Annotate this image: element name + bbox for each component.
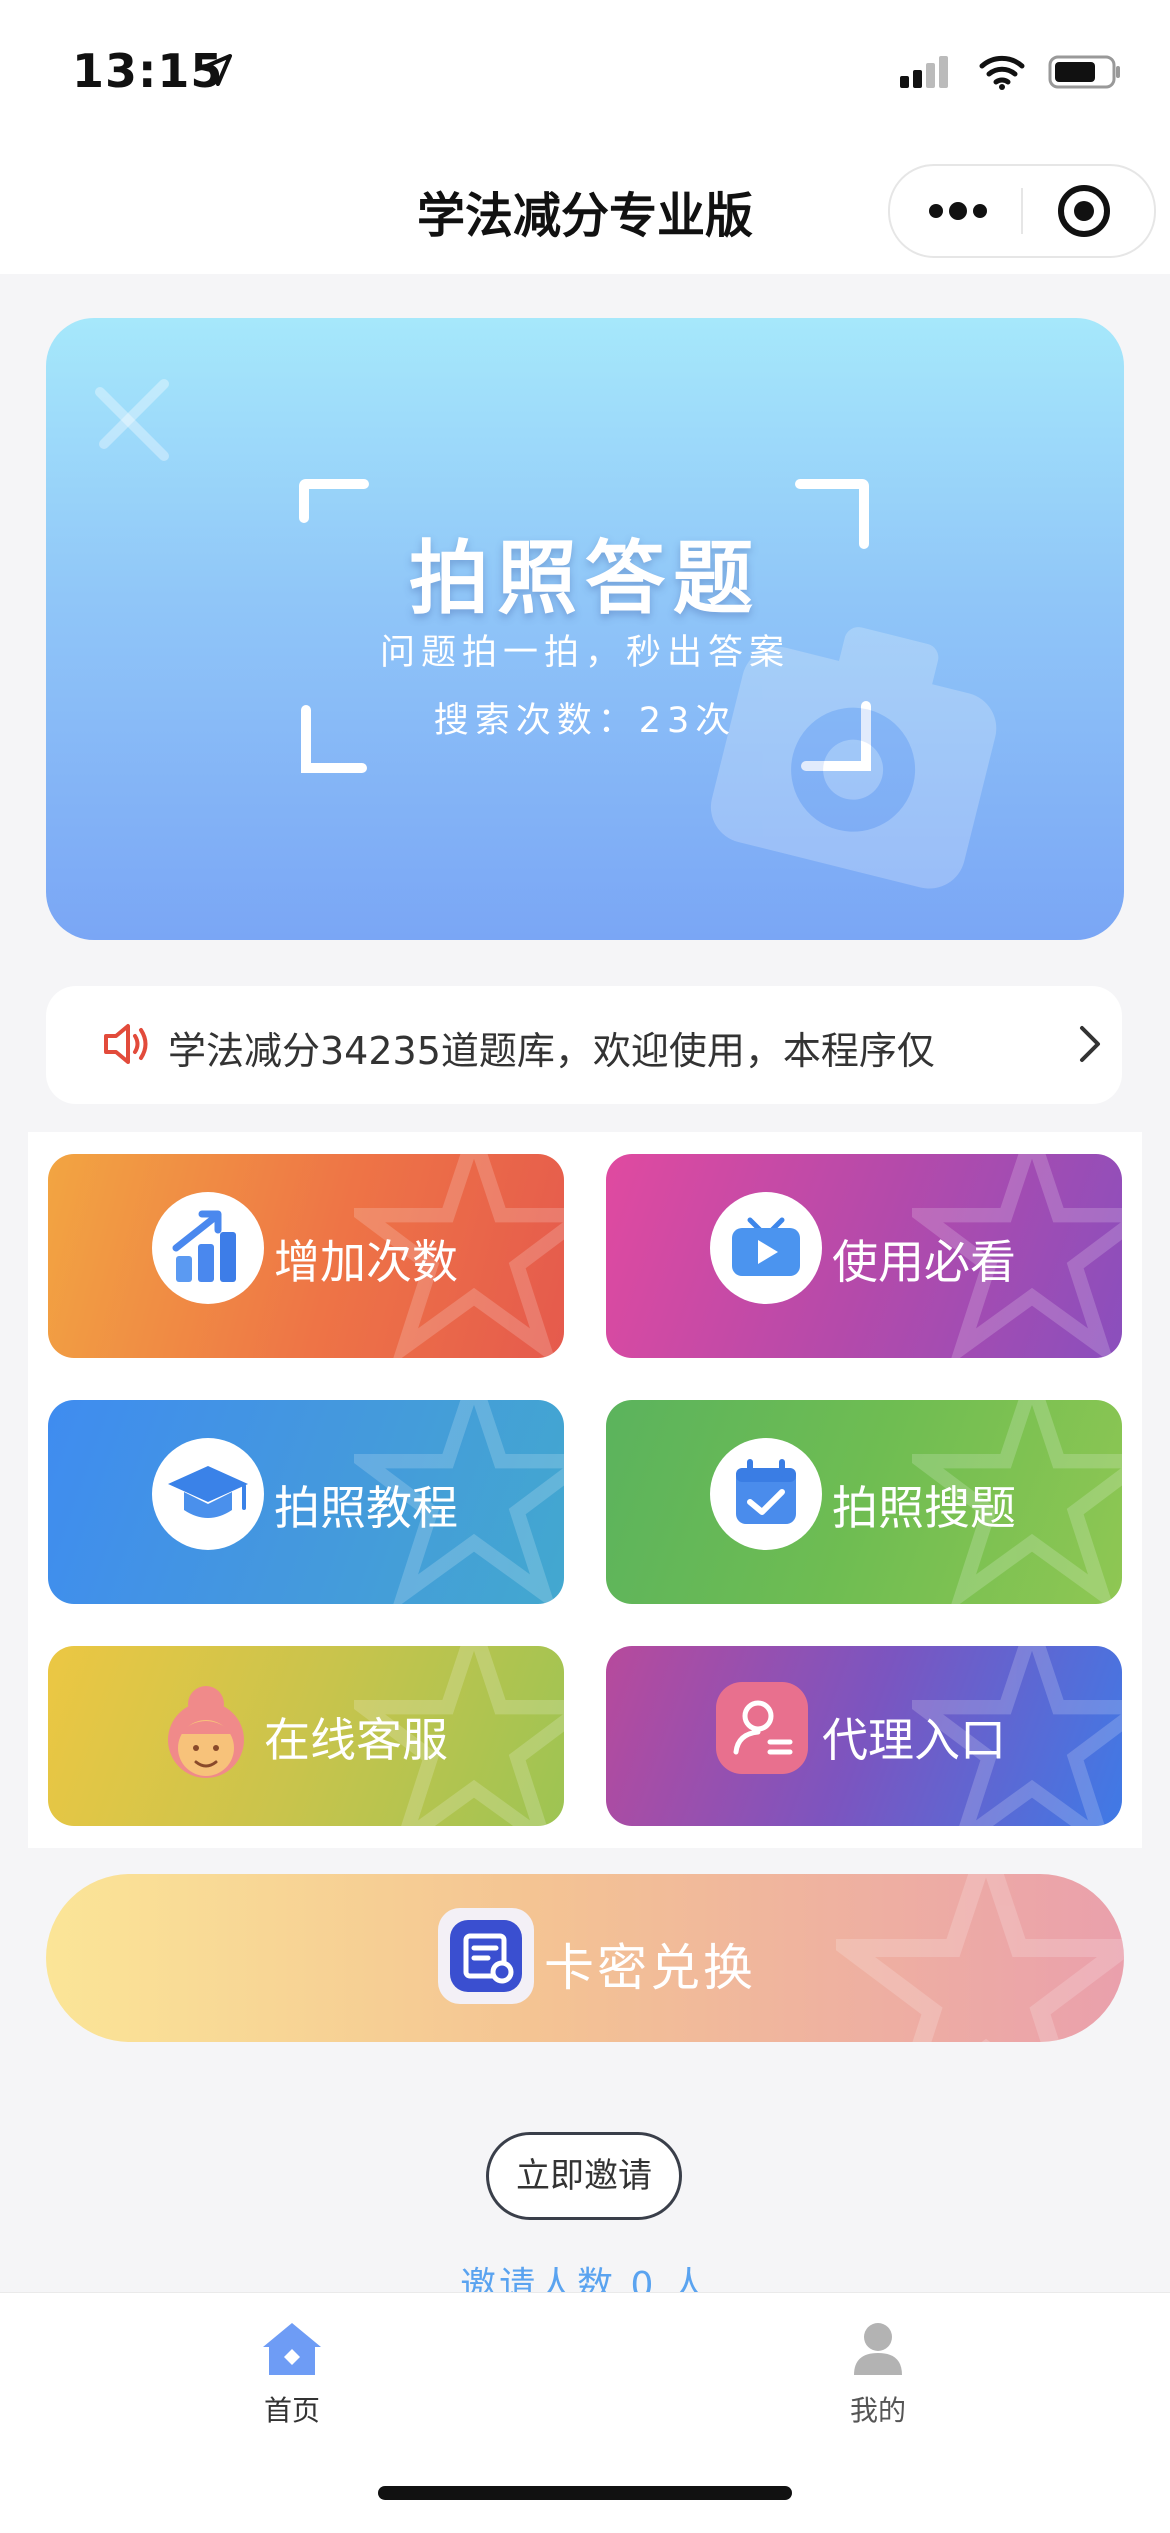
tile-must-read[interactable]: 使用必看 [606, 1154, 1122, 1358]
battery-icon [1048, 55, 1120, 89]
tile-label: 在线客服 [264, 1713, 448, 1767]
tile-label: 拍照教程 [274, 1481, 458, 1535]
home-icon [263, 2323, 321, 2375]
notice-text: 学法减分34235道题库，欢迎使用，本程序仅 [168, 1029, 935, 1073]
capsule-divider [1021, 188, 1023, 234]
feature-grid: 增加次数 使用必看 拍照教程 拍照搜题 在线客服 代理入口 [28, 1132, 1142, 1848]
status-icons [900, 54, 1122, 90]
tile-label: 拍照搜题 [832, 1481, 1016, 1535]
tile-label: 使用必看 [832, 1235, 1016, 1289]
user-icon [854, 2323, 902, 2375]
tab-label: 首页 [263, 2394, 320, 2427]
banner-subtitle: 问题拍一拍，秒出答案 [379, 633, 790, 673]
home-indicator [378, 2486, 792, 2500]
location-icon [200, 54, 232, 86]
tile-label: 代理入口 [822, 1713, 1006, 1767]
agent-user-icon [716, 1682, 808, 1774]
tab-label: 我的 [849, 2394, 906, 2427]
banner-title: 拍照答题 [409, 532, 761, 625]
status-bar: 13:15 [0, 0, 1170, 140]
tab-home[interactable]: 首页 [192, 2319, 392, 2429]
chart-up-icon [152, 1192, 264, 1304]
chevron-right-icon[interactable] [1078, 1024, 1102, 1064]
close-target-icon[interactable] [1056, 183, 1112, 239]
wifi-icon [979, 55, 1025, 90]
notice-bar[interactable]: 学法减分34235道题库，欢迎使用，本程序仅 [46, 986, 1122, 1104]
graduation-cap-icon [152, 1438, 264, 1550]
tile-photo-search[interactable]: 拍照搜题 [606, 1400, 1122, 1604]
signal-icon [900, 56, 948, 88]
service-girl-icon [168, 1686, 244, 1778]
tab-me[interactable]: 我的 [778, 2319, 978, 2429]
nav-bar: 学法减分专业版 [0, 140, 1170, 274]
tile-label: 增加次数 [274, 1235, 458, 1289]
tv-play-icon [710, 1192, 822, 1304]
redeem-card-icon [438, 1908, 534, 2004]
mini-program-capsule [888, 164, 1156, 258]
invite-button[interactable]: 立即邀请 [486, 2132, 682, 2220]
star-decoration [836, 1874, 1124, 2042]
tile-online-service[interactable]: 在线客服 [48, 1646, 564, 1826]
calendar-check-icon [710, 1438, 822, 1550]
tile-add-count[interactable]: 增加次数 [48, 1154, 564, 1358]
redeem-label: 卡密兑换 [544, 1939, 756, 1997]
more-icon[interactable] [926, 198, 990, 224]
search-count: 搜索次数：23次 [433, 701, 737, 741]
tile-photo-tutorial[interactable]: 拍照教程 [48, 1400, 564, 1604]
redeem-card-button[interactable]: 卡密兑换 [46, 1874, 1124, 2042]
speaker-icon [104, 1024, 148, 1064]
photo-answer-banner[interactable]: 拍照答题 问题拍一拍，秒出答案 搜索次数：23次 [46, 318, 1124, 940]
tile-agent-entry[interactable]: 代理入口 [606, 1646, 1122, 1826]
